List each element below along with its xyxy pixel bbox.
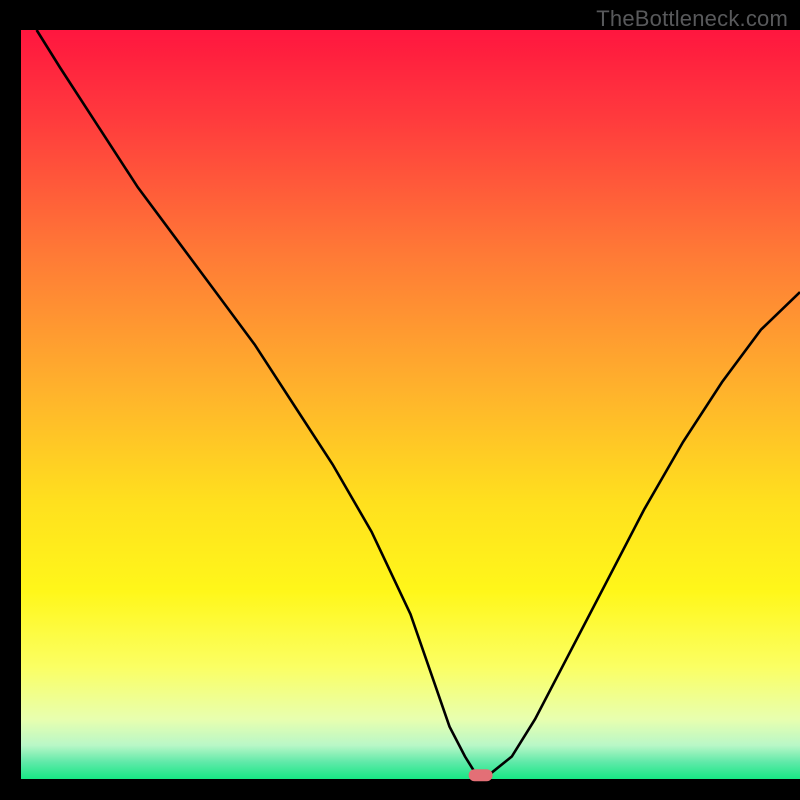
plot-background [21,30,800,779]
chart-frame: { "watermark": "TheBottleneck.com", "cha… [0,0,800,800]
optimal-marker [469,769,493,781]
bottleneck-chart [0,0,800,800]
watermark-text: TheBottleneck.com [596,6,788,32]
